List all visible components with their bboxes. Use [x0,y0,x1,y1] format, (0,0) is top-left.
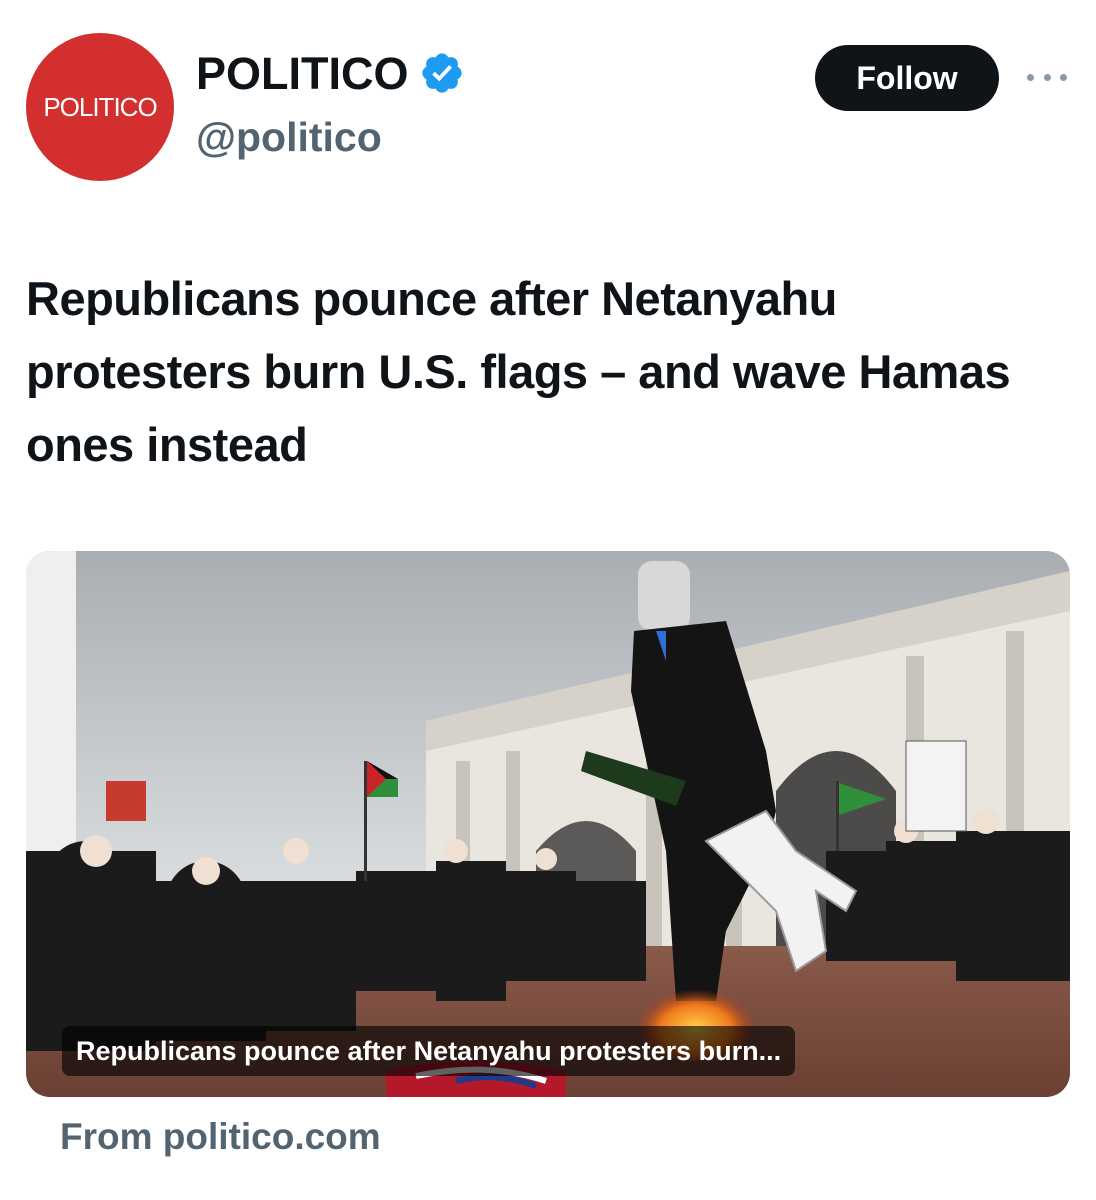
verified-badge-icon [421,53,462,93]
avatar-logo-text: POLITICO [43,91,157,122]
avatar[interactable]: POLITICO [26,33,174,181]
display-name[interactable]: POLITICO [196,51,409,96]
dot [1043,73,1051,81]
tweet-headline: Republicans pounce after Netanyahu prote… [26,272,1011,471]
card-caption: Republicans pounce after Netanyahu prote… [62,1026,796,1076]
account-handle[interactable]: @politico [196,117,382,158]
card-source[interactable]: From politico.com [60,1118,381,1155]
link-card[interactable]: Republicans pounce after Netanyahu prote… [26,551,1070,1097]
account-name-row: POLITICO [196,50,465,96]
dot [1027,73,1034,81]
news-photo [26,551,1070,1097]
follow-button[interactable]: Follow [815,45,999,111]
dot [1060,73,1067,81]
more-options-icon[interactable] [1027,62,1067,92]
